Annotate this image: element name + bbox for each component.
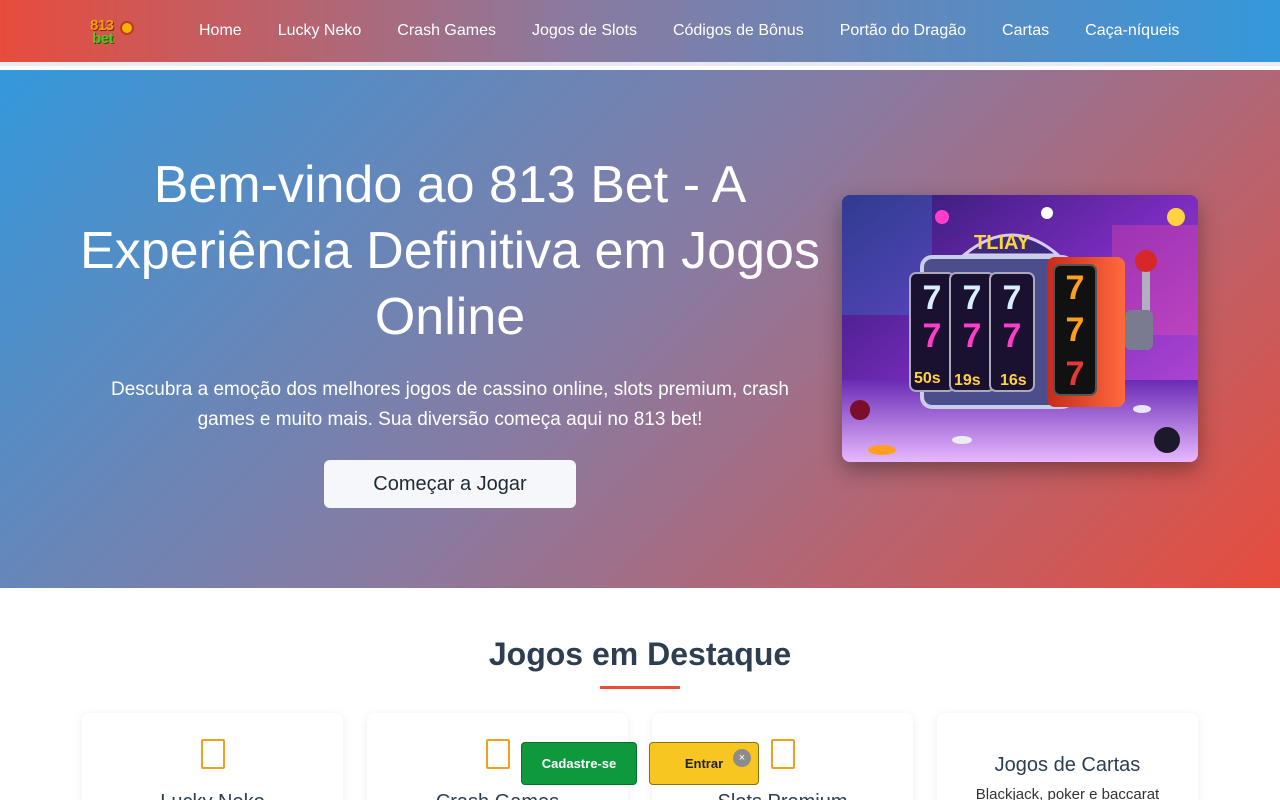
game-card-cards[interactable]: Jogos de Cartas Blackjack, poker e bacca…	[937, 713, 1198, 800]
game-icon	[201, 739, 225, 769]
nav-item-dragon-gate[interactable]: Portão do Dragão	[840, 22, 966, 40]
svg-text:7: 7	[1003, 279, 1022, 317]
slot-sign-text: TLIAY	[974, 232, 1031, 254]
game-icon	[771, 739, 795, 769]
nav-item-home[interactable]: Home	[199, 22, 242, 40]
nav-item-slot-machines[interactable]: Caça-níqueis	[1085, 22, 1179, 40]
nav-item-slots[interactable]: Jogos de Slots	[532, 22, 637, 40]
svg-text:19s: 19s	[954, 372, 981, 389]
start-playing-button[interactable]: Começar a Jogar	[324, 460, 576, 508]
hero-section: Bem-vindo ao 813 Bet - A Experiência Def…	[0, 70, 1280, 588]
svg-text:7: 7	[923, 317, 942, 355]
nav-item-bonus-codes[interactable]: Códigos de Bônus	[673, 22, 804, 40]
svg-text:7: 7	[1066, 355, 1085, 393]
logo-text-bottom: bet	[92, 30, 114, 47]
svg-text:50s: 50s	[914, 370, 941, 387]
featured-title: Jogos em Destaque	[488, 636, 792, 672]
close-icon[interactable]: ×	[733, 749, 751, 767]
nav-item-crash-games[interactable]: Crash Games	[397, 22, 496, 40]
site-logo[interactable]: 813 bet	[90, 18, 136, 48]
game-card-title: Crash Games	[367, 791, 628, 800]
svg-text:7: 7	[963, 279, 982, 317]
game-icon	[486, 739, 510, 769]
signup-button[interactable]: Cadastre-se	[521, 742, 637, 785]
nav-item-lucky-neko[interactable]: Lucky Neko	[278, 22, 362, 40]
svg-text:16s: 16s	[1000, 372, 1027, 389]
hero-subtitle: Descubra a emoção dos melhores jogos de …	[111, 379, 789, 430]
slot-chip-labels: 50s 19s 16s	[914, 370, 1027, 389]
svg-text:7: 7	[1066, 269, 1085, 307]
logo-coin-icon	[120, 21, 134, 35]
svg-text:7: 7	[1066, 311, 1085, 349]
game-card-title: Jogos de Cartas	[994, 754, 1141, 776]
nav-item-cards[interactable]: Cartas	[1002, 22, 1049, 40]
game-card-title: Slots Premium	[652, 791, 913, 800]
svg-text:7: 7	[923, 279, 942, 317]
game-card-description: Blackjack, poker e baccarat	[975, 786, 1160, 800]
title-underline	[600, 686, 680, 689]
svg-text:7: 7	[1003, 317, 1022, 355]
hero-title: Bem-vindo ao 813 Bet - A Experiência Def…	[80, 156, 820, 346]
game-card-title: Lucky Neko	[82, 791, 343, 800]
nav-menu: Home Lucky Neko Crash Games Jogos de Slo…	[199, 22, 1215, 40]
slot-machine-image: TLIAY 7 7 7 7 7 7 7 7 7 50s 19s 16s	[842, 195, 1198, 462]
top-navbar: 813 bet Home Lucky Neko Crash Games Jogo…	[0, 0, 1280, 66]
game-card-lucky-neko[interactable]: Lucky Neko	[82, 713, 343, 800]
svg-text:7: 7	[963, 317, 982, 355]
